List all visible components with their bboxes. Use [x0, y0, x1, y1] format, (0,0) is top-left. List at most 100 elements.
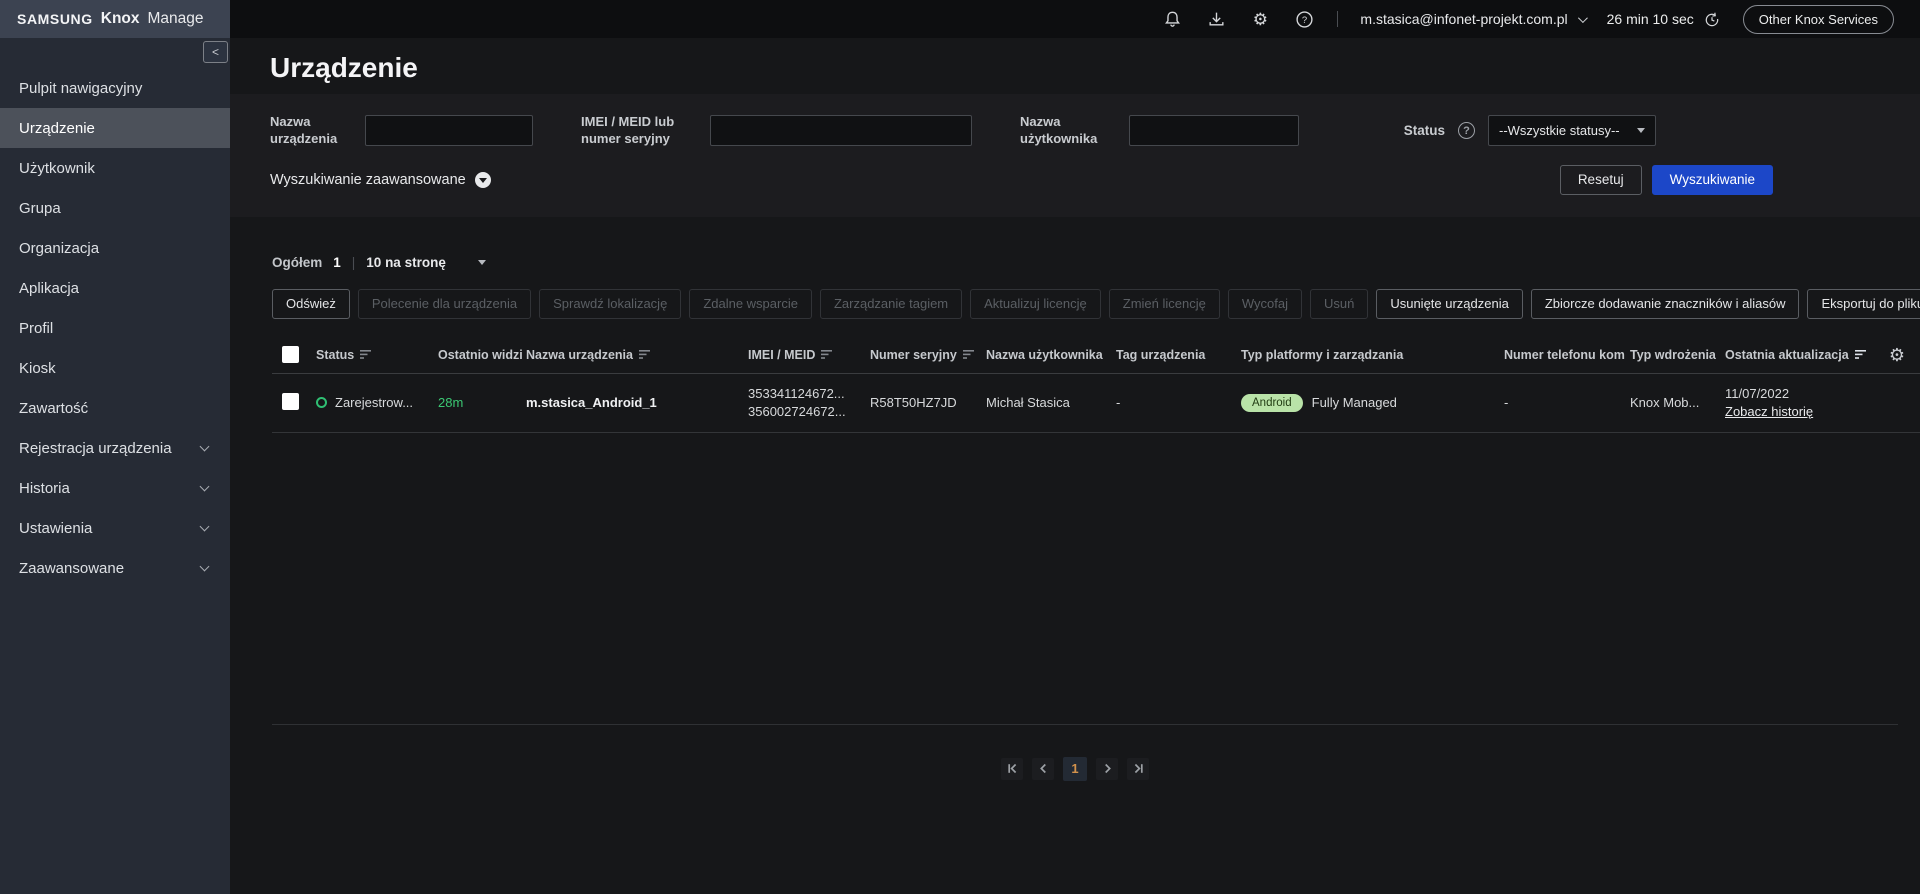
column-settings-cell: ⚙ — [1875, 346, 1919, 364]
samsung-logo: SAMSUNG — [17, 11, 93, 27]
sidebar-item-dashboard[interactable]: Pulpit nawigacyjny — [0, 68, 230, 108]
column-label: Typ platformy i zarządzania — [1241, 348, 1403, 362]
pagination: 1 — [272, 757, 1878, 781]
sidebar-item-content[interactable]: Zawartość — [0, 388, 230, 428]
sidebar-item-history[interactable]: Historia — [0, 468, 230, 508]
sidebar-item-advanced[interactable]: Zaawansowane — [0, 548, 230, 588]
sidebar-item-label: Rejestracja urządzenia — [19, 440, 172, 457]
row-last-update-cell: 11/07/2022 Zobacz historię — [1725, 385, 1875, 421]
row-status-cell: Zarejestrow... — [316, 395, 438, 410]
column-header-numer-seryjny[interactable]: Numer seryjny — [870, 348, 986, 362]
column-header-nazwa-urz-dzenia[interactable]: Nazwa urządzenia — [526, 348, 748, 362]
top-header: SAMSUNG Knox Manage ⚙ ? m.stasica@infone… — [0, 0, 1920, 38]
list-meta: Ogółem 1 | 10 na stronę — [272, 253, 1920, 273]
session-reset-icon[interactable] — [1703, 10, 1721, 28]
row-last-update: 11/07/2022 — [1725, 385, 1875, 403]
row-platform-cell: Android Fully Managed — [1241, 394, 1504, 412]
first-page-button[interactable] — [1001, 758, 1023, 780]
user-name-input[interactable] — [1129, 115, 1299, 146]
row-management-type: Fully Managed — [1312, 395, 1397, 410]
filter-panel: Nazwa urządzenia IMEI / MEID lub numer s… — [230, 94, 1920, 217]
sidebar-item-kiosk[interactable]: Kiosk — [0, 348, 230, 388]
toolbar-button-zdalne-wsparcie: Zdalne wsparcie — [689, 289, 812, 319]
column-settings-gear-icon[interactable]: ⚙ — [1889, 346, 1905, 364]
notifications-icon[interactable] — [1161, 8, 1183, 30]
advanced-search-toggle[interactable]: Wyszukiwanie zaawansowane — [270, 172, 491, 188]
sidebar-item-profile[interactable]: Profil — [0, 308, 230, 348]
chevron-down-icon — [1578, 13, 1588, 23]
status-label: Status — [1404, 123, 1445, 138]
last-page-button[interactable] — [1127, 758, 1149, 780]
sidebar-item-device[interactable]: Urządzenie — [0, 108, 230, 148]
brand-logo: SAMSUNG Knox Manage — [0, 0, 230, 38]
download-icon[interactable] — [1205, 8, 1227, 30]
help-icon[interactable]: ? — [1293, 8, 1315, 30]
sidebar-item-label: Aplikacja — [19, 280, 79, 297]
reset-button[interactable]: Resetuj — [1560, 165, 1642, 195]
sidebar-item-user[interactable]: Użytkownik — [0, 148, 230, 188]
other-knox-services-button[interactable]: Other Knox Services — [1743, 5, 1894, 34]
sidebar-collapse-button[interactable]: < — [203, 41, 228, 63]
toolbar-button-wycofaj: Wycofaj — [1228, 289, 1302, 319]
header-divider — [1337, 11, 1338, 27]
sort-icon — [963, 349, 975, 360]
table-row: Zarejestrow... 28m m.stasica_Android_1 3… — [272, 374, 1920, 433]
status-selected-value: --Wszystkie statusy-- — [1499, 123, 1620, 138]
column-header-status[interactable]: Status — [316, 348, 438, 362]
column-header-ostatnia-aktualizacja[interactable]: Ostatnia aktualizacja — [1725, 348, 1875, 362]
row-deployment-type: Knox Mob... — [1630, 395, 1725, 410]
sidebar-item-group[interactable]: Grupa — [0, 188, 230, 228]
session-timer-value: 26 min 10 sec — [1607, 11, 1694, 27]
row-imei-1: 353341124672... — [748, 385, 870, 403]
sidebar-item-label: Urządzenie — [19, 120, 95, 137]
sidebar-item-label: Użytkownik — [19, 160, 95, 177]
settings-icon[interactable]: ⚙ — [1249, 8, 1271, 30]
next-page-button[interactable] — [1096, 758, 1118, 780]
account-email: m.stasica@infonet-projekt.com.pl — [1360, 11, 1567, 27]
toolbar-button-zmie-licencj: Zmień licencję — [1109, 289, 1220, 319]
filter-imei-serial: IMEI / MEID lub numer seryjny — [581, 114, 972, 148]
page-size-value: 10 na stronę — [366, 255, 446, 270]
view-history-link[interactable]: Zobacz historię — [1725, 404, 1813, 419]
sidebar-item-label: Pulpit nawigacyjny — [19, 80, 142, 97]
row-checkbox[interactable] — [282, 393, 299, 410]
sidebar-item-device-enrollment[interactable]: Rejestracja urządzenia — [0, 428, 230, 468]
toolbar-button-usuni-te-urz-dzenia[interactable]: Usunięte urządzenia — [1376, 289, 1523, 319]
current-page-button[interactable]: 1 — [1063, 757, 1087, 781]
column-header-typ-wdro-enia: Typ wdrożenia — [1630, 348, 1725, 362]
page-size-select[interactable]: 10 na stronę — [366, 255, 486, 270]
sidebar-item-label: Zaawansowane — [19, 560, 124, 577]
table-header: StatusOstatnio widziNazwa urządzeniaIMEI… — [272, 337, 1920, 374]
caret-down-icon — [478, 260, 486, 265]
toolbar-button-zbiorcze-dodawanie-znacznik-w-i-alias-w[interactable]: Zbiorcze dodawanie znaczników i aliasów — [1531, 289, 1800, 319]
toolbar-button-polecenie-dla-urz-dzenia: Polecenie dla urządzenia — [358, 289, 531, 319]
status-enrolled-icon — [316, 397, 327, 408]
device-name-input[interactable] — [365, 115, 533, 146]
sidebar-item-label: Organizacja — [19, 240, 99, 257]
account-menu[interactable]: m.stasica@infonet-projekt.com.pl — [1360, 11, 1584, 27]
row-device-name: m.stasica_Android_1 — [526, 395, 748, 410]
toolbar-button-eksportuj-do-pliku-csv[interactable]: Eksportuj do pliku CSV — [1807, 289, 1920, 319]
column-header-tag-urz-dzenia: Tag urządzenia — [1116, 348, 1241, 362]
sidebar-item-label: Kiosk — [19, 360, 56, 377]
meta-divider: | — [352, 255, 356, 270]
chevron-down-icon — [200, 482, 210, 492]
sidebar-item-settings[interactable]: Ustawienia — [0, 508, 230, 548]
imei-serial-input[interactable] — [710, 115, 972, 146]
row-status: Zarejestrow... — [335, 395, 413, 410]
sort-icon — [1855, 349, 1867, 360]
previous-page-button[interactable] — [1032, 758, 1054, 780]
select-all-checkbox[interactable] — [282, 346, 299, 363]
status-help-icon[interactable]: ? — [1458, 122, 1475, 139]
total-value: 1 — [333, 255, 341, 270]
status-select[interactable]: --Wszystkie statusy-- — [1488, 115, 1656, 146]
sidebar-item-organization[interactable]: Organizacja — [0, 228, 230, 268]
search-button[interactable]: Wyszukiwanie — [1652, 165, 1773, 195]
toolbar-button-od-wie[interactable]: Odśwież — [272, 289, 350, 319]
column-label: Tag urządzenia — [1116, 348, 1205, 362]
sidebar-item-application[interactable]: Aplikacja — [0, 268, 230, 308]
total-label: Ogółem — [272, 255, 322, 270]
column-header-imei-meid[interactable]: IMEI / MEID — [748, 348, 870, 362]
device-list-area: Ogółem 1 | 10 na stronę Odśwież Polecenie… — [230, 253, 1920, 781]
row-last-seen: 28m — [438, 395, 526, 410]
